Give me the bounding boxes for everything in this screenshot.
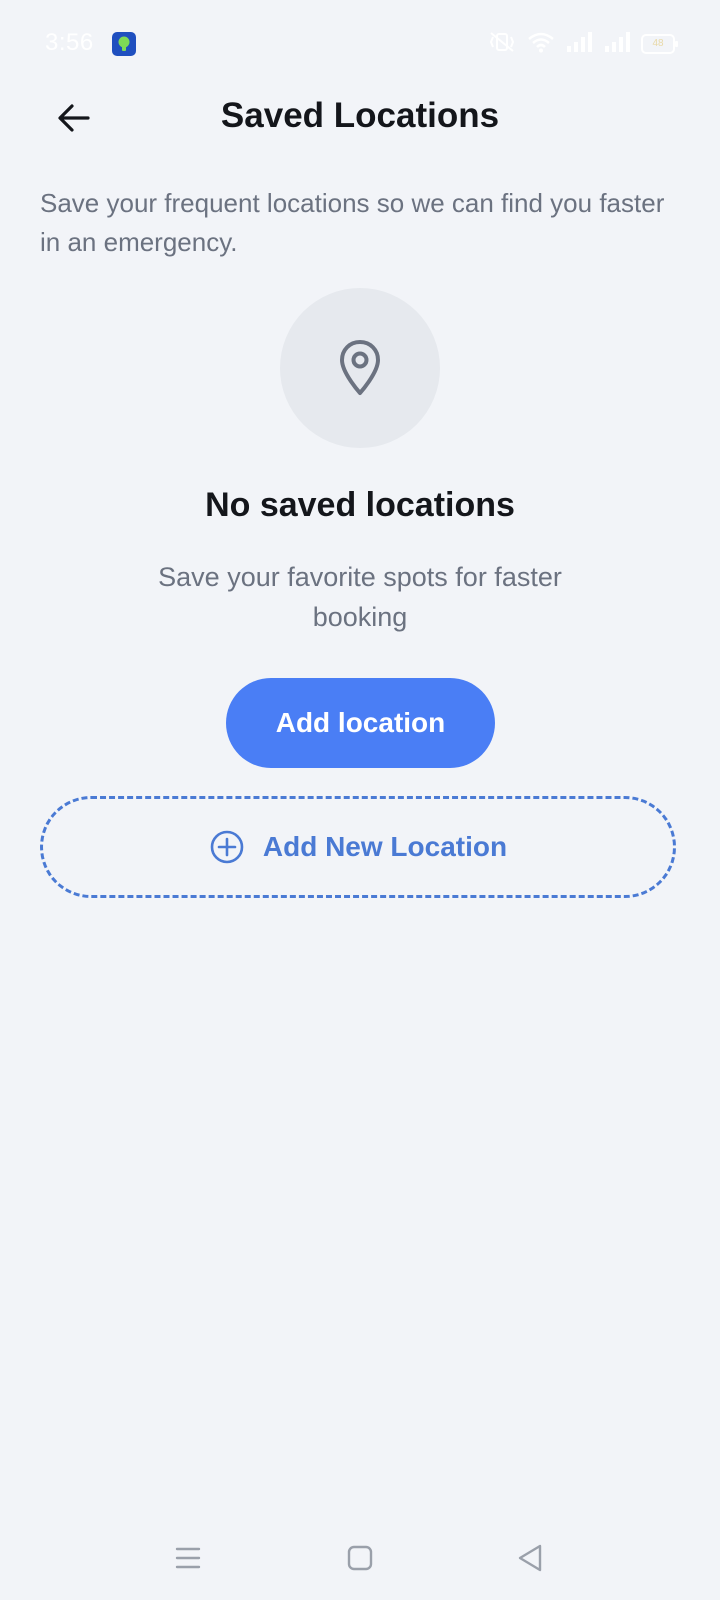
app-notification-icon: [112, 32, 136, 56]
home-button[interactable]: [340, 1538, 380, 1578]
add-location-button[interactable]: Add location: [226, 678, 495, 768]
signal-icon-2: [603, 31, 631, 58]
add-new-location-button[interactable]: Add New Location: [40, 796, 676, 898]
empty-state-illustration: [280, 288, 440, 448]
triangle-back-icon: [518, 1544, 542, 1572]
menu-icon: [175, 1547, 201, 1569]
status-bar: 3:56 48: [0, 0, 720, 88]
add-new-location-label: Add New Location: [262, 831, 508, 862]
battery-icon: 48: [641, 34, 678, 54]
back-nav-button[interactable]: [510, 1538, 550, 1578]
empty-state-subtitle: Save your favorite spots for faster book…: [158, 562, 562, 632]
vibrate-icon: [487, 31, 517, 58]
header: Saved Locations: [0, 80, 720, 152]
recent-apps-button[interactable]: [168, 1538, 208, 1578]
intro-description: Save your frequent locations so we can f…: [40, 188, 665, 257]
plus-circle-icon: [210, 830, 244, 864]
square-icon: [347, 1545, 373, 1571]
wifi-icon: [527, 31, 555, 58]
system-nav-bar: [0, 1520, 720, 1600]
status-icons: 48: [487, 30, 678, 58]
page-title: Saved Locations: [220, 96, 500, 135]
signal-icon: [565, 31, 593, 58]
empty-state-title: No saved locations: [205, 486, 515, 524]
map-pin-icon: [340, 340, 380, 395]
status-time: 3:56: [45, 29, 94, 56]
